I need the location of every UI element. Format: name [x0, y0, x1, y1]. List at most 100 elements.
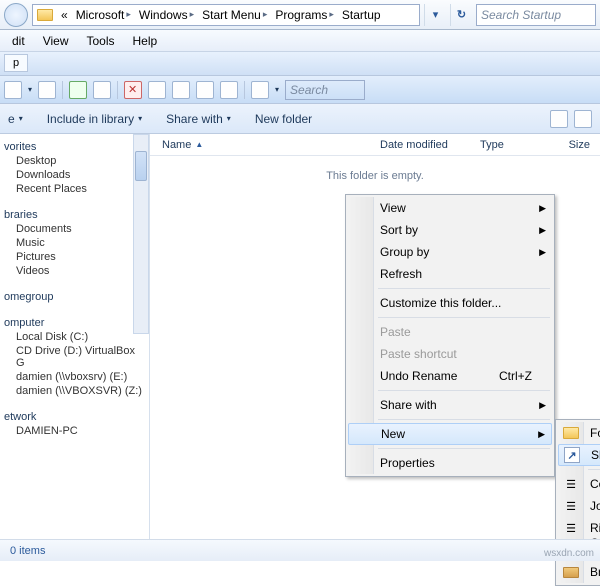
- nav-back-button[interactable]: [4, 3, 28, 27]
- menu-separator: [378, 317, 550, 318]
- ctx-paste: Paste: [348, 321, 552, 343]
- navigation-pane: vorites Desktop Downloads Recent Places …: [0, 134, 150, 539]
- folder-icon: [563, 427, 579, 439]
- contact-icon: ☰: [563, 476, 579, 492]
- breadcrumb-seg[interactable]: Startup: [338, 5, 385, 25]
- submenu-arrow-icon: ▶: [539, 203, 546, 214]
- column-headers: Name▲ Date modified Type Size: [150, 134, 600, 156]
- toolbar-icon[interactable]: [69, 81, 87, 99]
- separator: [62, 81, 63, 99]
- menu-view[interactable]: View: [35, 32, 77, 50]
- breadcrumb[interactable]: « Microsoft▸ Windows▸ Start Menu▸ Progra…: [32, 4, 420, 26]
- submenu-arrow-icon: ▶: [538, 429, 545, 440]
- view-layout-icon[interactable]: [574, 110, 592, 128]
- nav-libraries[interactable]: braries: [0, 208, 145, 222]
- col-header-size[interactable]: Size: [560, 139, 600, 151]
- ctx-groupby[interactable]: Group by▶: [348, 241, 552, 263]
- shortcut-label: Ctrl+Z: [499, 369, 532, 383]
- nav-favorites[interactable]: vorites: [0, 140, 145, 154]
- nav-item[interactable]: Videos: [0, 264, 145, 278]
- dropdown-icon[interactable]: ▾: [275, 85, 279, 94]
- tab[interactable]: p: [4, 54, 28, 72]
- toolbar-icon[interactable]: [196, 81, 214, 99]
- ctx-view[interactable]: View▶: [348, 197, 552, 219]
- menu-edit[interactable]: dit: [4, 32, 33, 50]
- nav-item[interactable]: Downloads: [0, 168, 145, 182]
- organize-dropdown[interactable]: e▾: [8, 112, 23, 126]
- nav-homegroup[interactable]: omegroup: [0, 290, 145, 304]
- nav-item[interactable]: Recent Places: [0, 182, 145, 196]
- menu-tools[interactable]: Tools: [78, 32, 122, 50]
- menu-separator: [378, 419, 550, 420]
- col-header-name[interactable]: Name▲: [150, 139, 380, 151]
- menu-separator: [378, 390, 550, 391]
- ctx-sharewith[interactable]: Share with▶: [348, 394, 552, 416]
- include-library[interactable]: Include in library▾: [47, 112, 142, 126]
- nav-item[interactable]: Desktop: [0, 154, 145, 168]
- new-folder[interactable]: Folder: [558, 422, 600, 444]
- toolbar-icon[interactable]: [148, 81, 166, 99]
- separator: [244, 81, 245, 99]
- toolbar-icon[interactable]: [172, 81, 190, 99]
- briefcase-icon: [563, 567, 579, 578]
- ctx-paste-shortcut: Paste shortcut: [348, 343, 552, 365]
- journal-icon: ☰: [563, 498, 579, 514]
- toolbar-icon[interactable]: [38, 81, 56, 99]
- icon-toolbar: ▾ ▾ Search: [0, 76, 600, 104]
- toolbar-search[interactable]: Search: [285, 80, 365, 100]
- view-icon[interactable]: [251, 81, 269, 99]
- folder-icon: [37, 9, 53, 21]
- toolbar-icon[interactable]: [220, 81, 238, 99]
- toolbar-icon[interactable]: [93, 81, 111, 99]
- menu-bar: dit View Tools Help: [0, 30, 600, 52]
- breadcrumb-seg[interactable]: Windows▸: [135, 5, 198, 25]
- breadcrumb-seg[interactable]: Microsoft▸: [72, 5, 135, 25]
- nav-item[interactable]: damien (\\vboxsrv) (E:): [0, 370, 145, 384]
- breadcrumb-seg[interactable]: Programs▸: [271, 5, 338, 25]
- command-bar: e▾ Include in library▾ Share with▾ New f…: [0, 104, 600, 134]
- file-pane: Name▲ Date modified Type Size This folde…: [150, 134, 600, 539]
- nav-network[interactable]: etwork: [0, 410, 145, 424]
- col-header-type[interactable]: Type: [480, 139, 560, 151]
- menu-help[interactable]: Help: [125, 32, 166, 50]
- new-briefcase[interactable]: Briefcase: [558, 561, 600, 583]
- scrollbar[interactable]: [133, 134, 149, 334]
- ctx-properties[interactable]: Properties: [348, 452, 552, 474]
- new-journal[interactable]: ☰Journal Document: [558, 495, 600, 517]
- new-contact[interactable]: ☰Contact: [558, 473, 600, 495]
- nav-item[interactable]: Music: [0, 236, 145, 250]
- ctx-new[interactable]: New▶: [348, 423, 552, 445]
- dropdown-icon[interactable]: ▾: [28, 85, 32, 94]
- nav-item[interactable]: Documents: [0, 222, 145, 236]
- nav-item[interactable]: DAMIEN-PC: [0, 424, 145, 438]
- search-box[interactable]: Search Startup: [476, 4, 596, 26]
- new-shortcut[interactable]: ↗Shortcut: [558, 444, 600, 466]
- nav-item[interactable]: damien (\\VBOXSVR) (Z:): [0, 384, 145, 398]
- share-with[interactable]: Share with▾: [166, 112, 231, 126]
- history-dropdown[interactable]: ▾: [424, 4, 446, 26]
- scrollbar-thumb[interactable]: [135, 151, 147, 181]
- nav-item[interactable]: Pictures: [0, 250, 145, 264]
- status-bar: 0 items: [0, 539, 600, 561]
- toolbar-icon[interactable]: [4, 81, 22, 99]
- nav-computer[interactable]: omputer: [0, 316, 145, 330]
- content-area: vorites Desktop Downloads Recent Places …: [0, 134, 600, 539]
- tab-row: p: [0, 52, 600, 76]
- ctx-refresh[interactable]: Refresh: [348, 263, 552, 285]
- watermark: wsxdn.com: [544, 548, 594, 559]
- ctx-sortby[interactable]: Sort by▶: [348, 219, 552, 241]
- address-bar: « Microsoft▸ Windows▸ Start Menu▸ Progra…: [0, 0, 600, 30]
- shortcut-icon: ↗: [564, 447, 580, 463]
- delete-icon[interactable]: [124, 81, 142, 99]
- ctx-customize[interactable]: Customize this folder...: [348, 292, 552, 314]
- view-layout-icon[interactable]: [550, 110, 568, 128]
- new-folder-button[interactable]: New folder: [255, 112, 312, 126]
- nav-item[interactable]: Local Disk (C:): [0, 330, 145, 344]
- col-header-date[interactable]: Date modified: [380, 139, 480, 151]
- ctx-undo-rename[interactable]: Undo RenameCtrl+Z: [348, 365, 552, 387]
- refresh-button[interactable]: ↻: [450, 4, 472, 26]
- nav-item[interactable]: CD Drive (D:) VirtualBox G: [0, 344, 145, 370]
- item-count: 0 items: [10, 545, 45, 557]
- breadcrumb-more[interactable]: «: [57, 5, 72, 25]
- breadcrumb-seg[interactable]: Start Menu▸: [198, 5, 271, 25]
